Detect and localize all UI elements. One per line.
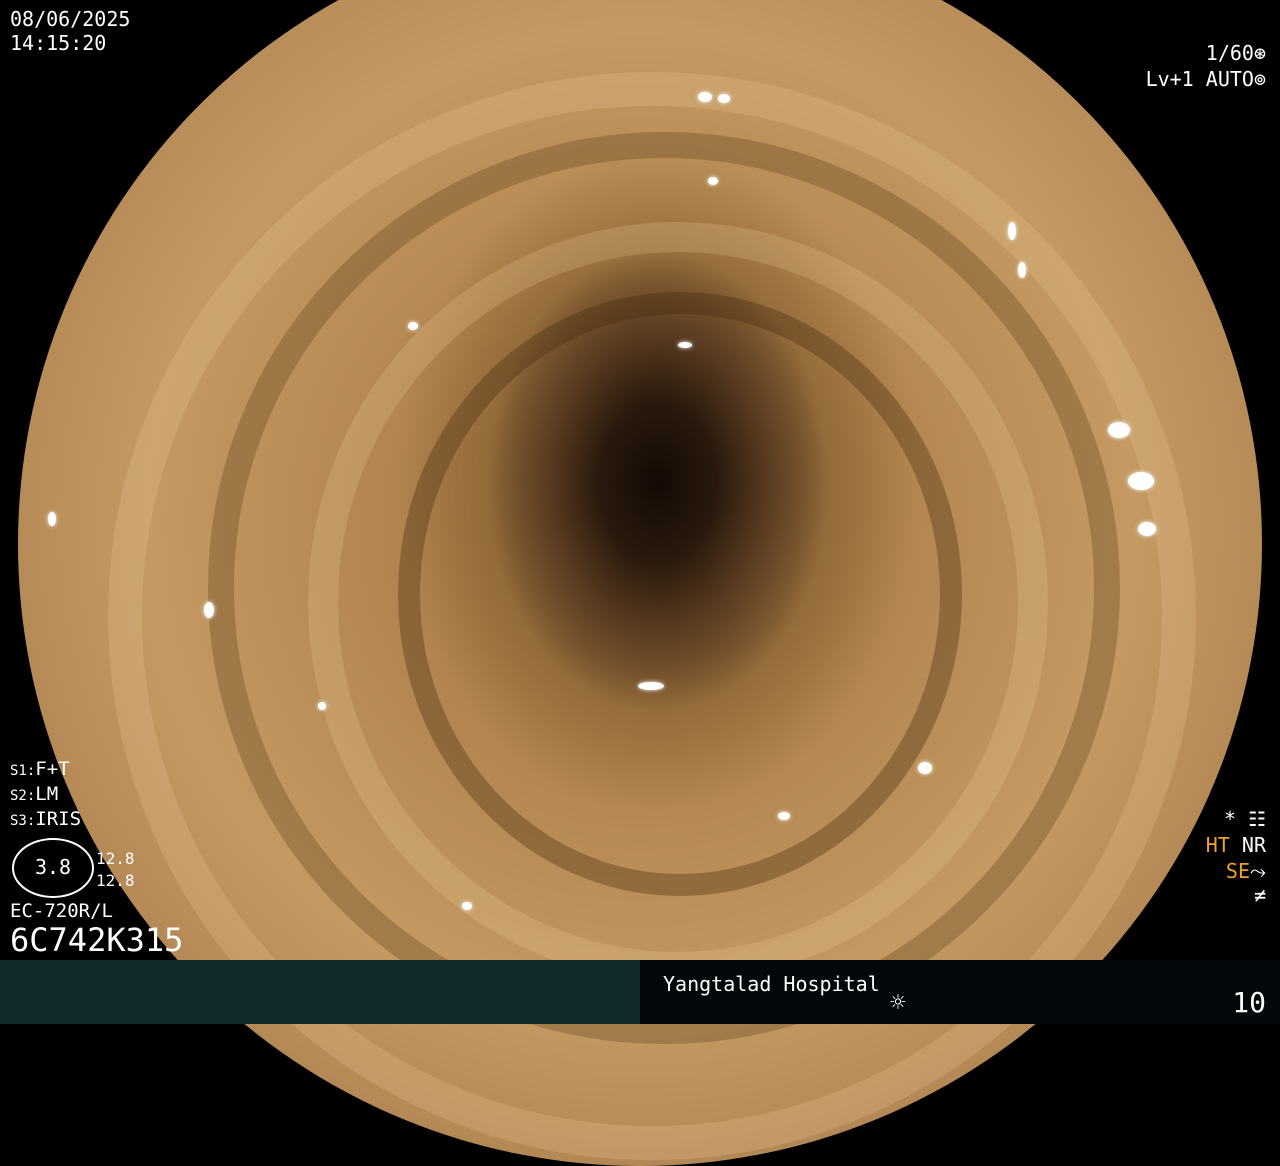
specular-highlight	[678, 342, 692, 348]
specular-highlight	[638, 682, 664, 690]
se-indicator: SE⤳	[1226, 860, 1266, 882]
star-mark: *	[1223, 807, 1237, 831]
settings-sliders-icon: ☷	[1248, 807, 1266, 831]
ht-nr-indicator: HT NR	[1206, 834, 1266, 856]
specular-highlight	[204, 602, 214, 618]
shutter-value: 1/60	[1205, 41, 1254, 65]
zoom-value: 3.8	[34, 855, 72, 879]
nr-label: NR	[1241, 833, 1266, 857]
flicker-indicator: ≠	[1253, 883, 1266, 907]
specular-highlight	[462, 902, 472, 910]
specular-highlight	[778, 812, 790, 820]
scope-model: EC-720R/L	[10, 900, 113, 922]
level-value: Lv+1	[1145, 67, 1194, 91]
setting-s3: S3:IRIS	[10, 808, 81, 832]
specular-highlight	[1018, 262, 1026, 278]
zoom-scale-b: 12.8	[96, 871, 135, 890]
specular-highlight	[718, 94, 730, 103]
footer-left-bar	[0, 960, 640, 1024]
level-readout: Lv+1 AUTO⊚	[1146, 68, 1266, 90]
setting-s2: S2:LM	[10, 783, 58, 807]
shutter-readout: 1/60⊛	[1206, 42, 1266, 64]
specular-highlight	[708, 177, 718, 185]
specular-highlight	[1108, 422, 1130, 438]
se-label: SE	[1225, 859, 1250, 883]
specular-highlight	[698, 92, 712, 102]
setting-s1: S1:F+T	[10, 758, 70, 782]
scope-serial: 6C742K315	[10, 921, 184, 959]
shutter-icon: ⊛	[1253, 41, 1266, 65]
mode-value: AUTO	[1205, 67, 1254, 91]
brightness-icon: ☼	[890, 988, 906, 1018]
star-indicator: * ☷	[1224, 808, 1266, 830]
date-readout: 08/06/2025	[10, 7, 131, 31]
zoom-indicator: 3.8	[12, 838, 94, 898]
setting-s3-prefix: S3:	[10, 813, 36, 829]
setting-s3-value: IRIS	[35, 808, 82, 830]
specular-highlight	[918, 762, 932, 774]
hospital-name: Yangtalad Hospital	[663, 972, 880, 996]
curve-icon: ⤳	[1250, 859, 1266, 883]
setting-s1-value: F+T	[35, 758, 70, 780]
setting-s2-prefix: S2:	[10, 788, 36, 804]
setting-s2-value: LM	[35, 783, 59, 805]
specular-highlight	[408, 322, 418, 330]
specular-highlight	[48, 512, 56, 526]
specular-highlight	[1138, 522, 1156, 536]
specular-highlight	[1128, 472, 1154, 490]
setting-s1-prefix: S1:	[10, 763, 36, 779]
mucosal-fold	[398, 292, 962, 896]
specular-highlight	[318, 702, 326, 710]
ht-label: HT	[1205, 833, 1230, 857]
time-readout: 14:15:20	[10, 31, 107, 55]
zoom-scale-a: 12.8	[96, 849, 135, 868]
iris-icon: ⊚	[1253, 67, 1266, 91]
image-count: 10	[1232, 986, 1266, 1019]
specular-highlight	[1008, 222, 1016, 240]
